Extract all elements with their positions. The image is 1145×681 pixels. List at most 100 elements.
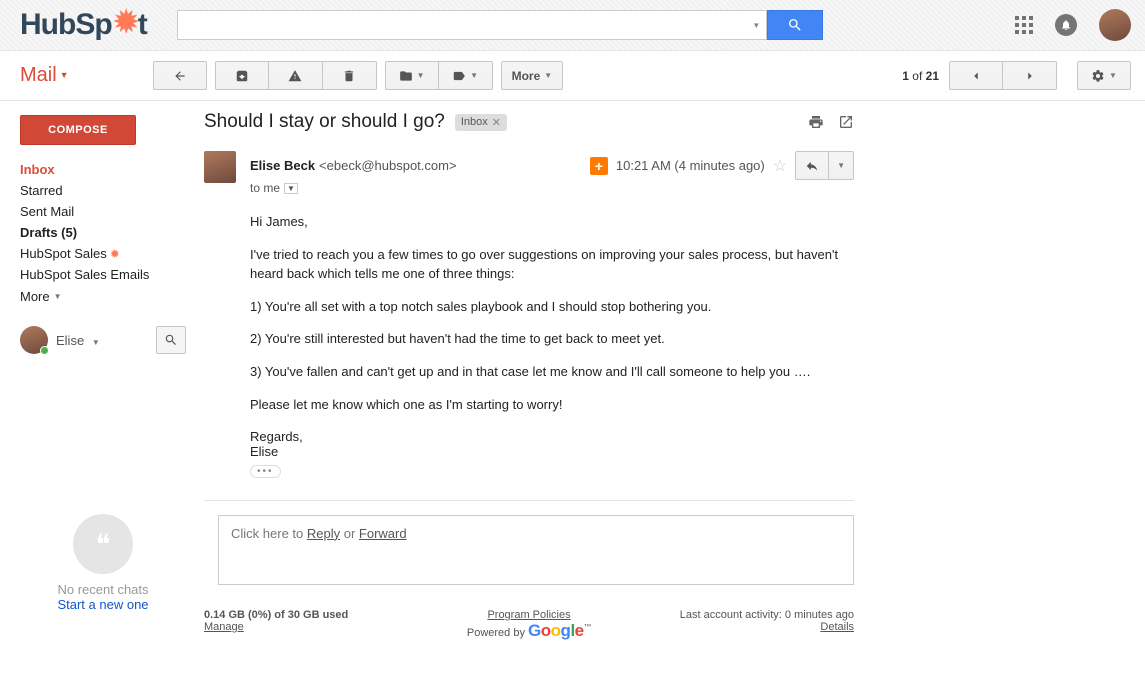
spam-button[interactable] (269, 61, 323, 90)
reply-link[interactable]: Reply (307, 526, 340, 541)
prev-page-button[interactable] (949, 61, 1003, 90)
label-icon (452, 69, 466, 83)
to-row[interactable]: to me▼ (250, 181, 854, 195)
divider (204, 500, 854, 501)
more-button[interactable]: More▼ (501, 61, 564, 90)
delete-button[interactable] (323, 61, 377, 90)
search-input[interactable] (177, 10, 747, 40)
google-logo: Google™ (528, 621, 591, 640)
from-row: Elise Beck <ebeck@hubspot.com> + 10:21 A… (250, 151, 854, 180)
search-wrap: ▼ (177, 10, 823, 40)
body-paragraph: Hi James, (250, 213, 854, 232)
print-icon[interactable] (808, 114, 824, 130)
message-body: Hi James, I've tried to reach you a few t… (250, 213, 854, 415)
sprocket-icon: ✹ (110, 247, 120, 261)
body-paragraph: 2) You're still interested but haven't h… (250, 330, 854, 349)
details-caret-icon[interactable]: ▼ (284, 183, 298, 194)
sidebar-item[interactable]: Sent Mail (20, 201, 186, 222)
hubspot-plus-icon[interactable]: + (590, 157, 608, 175)
body-paragraph: Please let me know which one as I'm star… (250, 396, 854, 415)
details-link[interactable]: Details (820, 621, 854, 633)
sender-email: <ebeck@hubspot.com> (319, 158, 457, 173)
moveto-button[interactable]: ▼ (385, 61, 439, 90)
sidebar-item[interactable]: Starred (20, 180, 186, 201)
content: COMPOSE InboxStarredSent MailDrafts (5)H… (0, 101, 1145, 661)
reply-more-button[interactable]: ▼ (829, 151, 854, 180)
reply-area: Click here to Reply or Forward (204, 515, 854, 585)
archive-button[interactable] (215, 61, 269, 90)
timestamp: 10:21 AM (4 minutes ago) (616, 158, 765, 173)
search-icon (787, 17, 803, 33)
apps-icon[interactable] (1015, 16, 1033, 34)
inbox-label-chip[interactable]: Inbox✕ (455, 114, 507, 131)
action-buttons: ▼ ▼ More▼ (153, 61, 564, 90)
search-button[interactable] (767, 10, 823, 40)
main: Should I stay or should I go? Inbox✕ Eli… (196, 101, 876, 661)
hubspot-logo: HubSp✹t (20, 8, 147, 42)
app-header: HubSp✹t ▼ (0, 0, 1145, 51)
sidebar-item[interactable]: HubSpot Sales Emails (20, 264, 186, 285)
sender-avatar[interactable] (204, 151, 236, 183)
spam-icon (288, 69, 302, 83)
labels-button[interactable]: ▼ (439, 61, 493, 90)
new-window-icon[interactable] (838, 114, 854, 130)
back-button[interactable] (153, 61, 207, 90)
chat-section: Elise ▼ (20, 326, 186, 354)
star-icon[interactable]: ☆ (773, 156, 787, 176)
reply-button[interactable] (795, 151, 829, 180)
show-trimmed-button[interactable]: ••• (250, 465, 281, 478)
forward-link[interactable]: Forward (359, 526, 407, 541)
chat-self-name[interactable]: Elise ▼ (56, 333, 100, 348)
header-right (1015, 9, 1131, 41)
mail-label: Mail (20, 64, 57, 86)
toolbar: Mail▼ ▼ ▼ More▼ 1 of 21 ▼ (0, 51, 1145, 101)
remove-label-icon[interactable]: ✕ (492, 116, 501, 129)
logo-text-1: HubSp (20, 8, 112, 42)
chevron-right-icon (1023, 69, 1037, 83)
label-group: ▼ ▼ (385, 61, 493, 90)
chat-search-button[interactable] (156, 326, 186, 354)
search-options-dropdown[interactable]: ▼ (747, 10, 767, 40)
sidebar: COMPOSE InboxStarredSent MailDrafts (5)H… (0, 101, 196, 661)
sidebar-more[interactable]: More▼ (20, 289, 186, 304)
sender-name[interactable]: Elise Beck (250, 158, 315, 173)
next-page-button[interactable] (1003, 61, 1057, 90)
hangouts-icon: ❝ (73, 514, 133, 574)
reply-icon (805, 159, 819, 173)
compose-button[interactable]: COMPOSE (20, 115, 136, 145)
message: Elise Beck <ebeck@hubspot.com> + 10:21 A… (204, 151, 854, 478)
pagination: 1 of 21 ▼ (902, 61, 1131, 90)
subject-row: Should I stay or should I go? Inbox✕ (204, 111, 854, 133)
page-count: 1 of 21 (902, 69, 939, 83)
mail-dropdown[interactable]: Mail▼ (20, 64, 69, 87)
presence-indicator (40, 346, 49, 355)
archive-icon (235, 69, 249, 83)
hangouts-link[interactable]: Start a new one (57, 597, 148, 612)
gear-icon (1091, 69, 1105, 83)
chat-avatar[interactable] (20, 326, 48, 354)
chevron-left-icon (969, 69, 983, 83)
folder-icon (399, 69, 413, 83)
sidebar-item[interactable]: Inbox (20, 159, 186, 180)
policies-link[interactable]: Program Policies (487, 609, 570, 621)
organize-group (215, 61, 377, 90)
search-icon (164, 333, 178, 347)
hangouts-text: No recent chats (20, 582, 186, 597)
reply-box[interactable]: Click here to Reply or Forward (218, 515, 854, 585)
manage-link[interactable]: Manage (204, 621, 244, 633)
logo-text-2: t (138, 8, 147, 42)
hangouts-promo: ❝ No recent chats Start a new one (20, 514, 186, 612)
activity-text: Last account activity: 0 minutes ago (680, 609, 854, 621)
notifications-icon[interactable] (1055, 14, 1077, 36)
storage-text: 0.14 GB (0%) of 30 GB used (204, 609, 348, 621)
account-avatar[interactable] (1099, 9, 1131, 41)
trash-icon (342, 69, 356, 83)
settings-button[interactable]: ▼ (1077, 61, 1131, 90)
body-paragraph: I've tried to reach you a few times to g… (250, 246, 854, 284)
sidebar-item[interactable]: HubSpot Sales✹ (20, 243, 186, 264)
footer: 0.14 GB (0%) of 30 GB used Manage Progra… (204, 609, 854, 641)
body-paragraph: 3) You've fallen and can't get up and in… (250, 363, 854, 382)
sidebar-item[interactable]: Drafts (5) (20, 222, 186, 243)
folder-list: InboxStarredSent MailDrafts (5)HubSpot S… (20, 159, 186, 285)
signature: Regards, Elise (250, 429, 854, 459)
